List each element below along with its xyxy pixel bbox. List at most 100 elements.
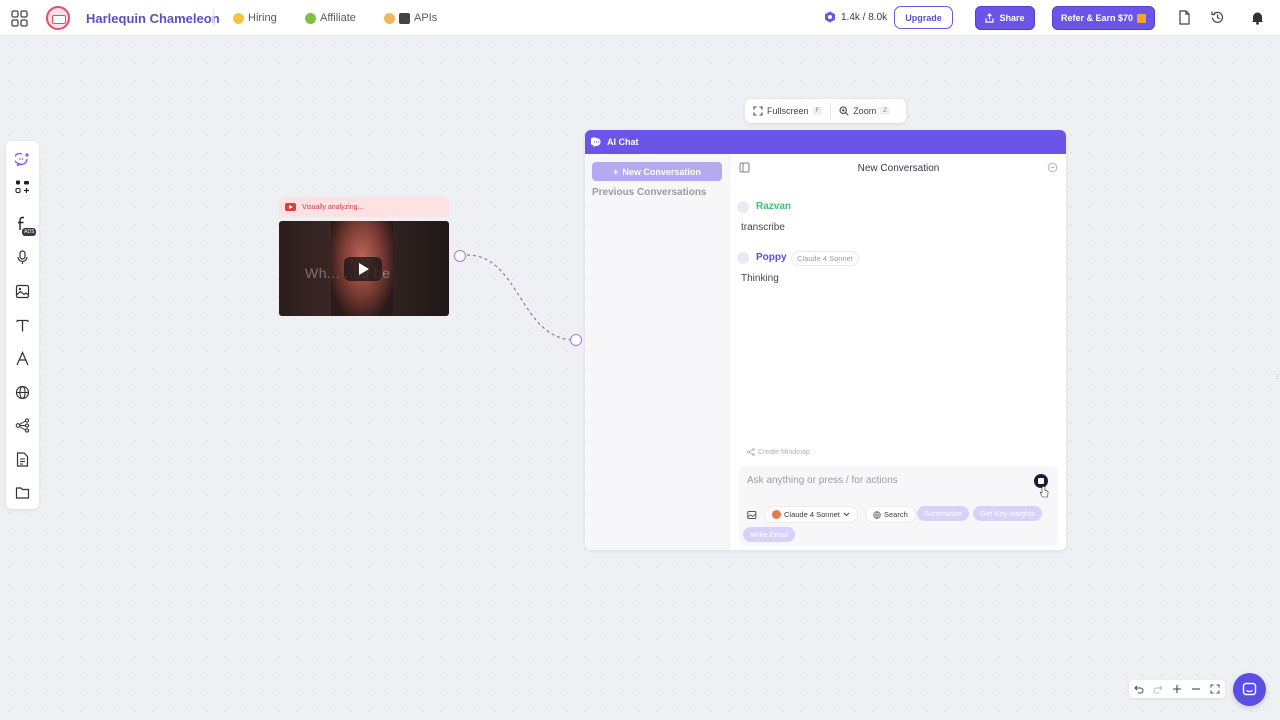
ai-chat-title: AI Chat xyxy=(607,137,639,147)
credits-text: 1.4k / 8.0k xyxy=(841,11,888,23)
affiliate-label: Affiliate xyxy=(320,12,356,24)
document-icon[interactable] xyxy=(1177,10,1192,25)
history-icon[interactable] xyxy=(1210,10,1225,25)
fullscreen-shortcut: F xyxy=(812,107,823,115)
fullscreen-label: Fullscreen xyxy=(767,106,809,116)
key-insights-suggestion[interactable]: Get Key Insights xyxy=(973,506,1043,521)
chat-input-handle[interactable] xyxy=(570,334,582,346)
chat-bubble-icon xyxy=(591,136,601,147)
video-thumbnail[interactable]: Wh... ...ld be xyxy=(279,221,449,316)
message-text: transcribe xyxy=(741,222,785,233)
search-toggle[interactable]: Search xyxy=(865,506,916,523)
apps-grid-icon[interactable] xyxy=(11,10,28,27)
mindmap-tool-icon[interactable] xyxy=(15,418,30,433)
view-controls: Fullscreen F Zoom Z xyxy=(745,99,906,123)
refer-label: Refer & Earn $70 xyxy=(1060,13,1134,23)
zoom-in-icon[interactable] xyxy=(1172,684,1182,694)
new-chat-icon[interactable] xyxy=(1047,162,1058,173)
undo-icon[interactable] xyxy=(1133,684,1144,694)
technologist-icon xyxy=(384,12,395,24)
connection-edge xyxy=(466,254,576,341)
conversation-sidebar: + New Conversation Previous Conversation… xyxy=(585,154,730,550)
apis-label: APIs xyxy=(414,12,438,24)
project-name[interactable]: Harlequin Chameleon xyxy=(86,11,220,26)
zoom-label: Zoom xyxy=(853,106,877,116)
credits-counter[interactable]: 1.4k / 8.0k xyxy=(824,11,887,23)
fullscreen-icon xyxy=(753,106,763,116)
create-mindmap-button[interactable]: Create Mindmap xyxy=(747,448,810,456)
share-label: Share xyxy=(999,13,1025,23)
avatar xyxy=(737,201,749,213)
avatar xyxy=(737,252,749,264)
ai-chat-header[interactable]: AI Chat xyxy=(585,130,1066,154)
money-face-icon xyxy=(305,12,316,24)
font-style-tool-icon[interactable] xyxy=(15,351,30,366)
document-tool-icon[interactable] xyxy=(15,452,30,467)
create-mindmap-label: Create Mindmap xyxy=(758,448,810,456)
text-tool-icon[interactable] xyxy=(15,318,30,333)
resize-handle-icon[interactable]: ⁝ xyxy=(1276,373,1278,381)
message-author: Razvan xyxy=(756,201,792,212)
ai-chat-tool-icon[interactable] xyxy=(15,152,30,167)
image-upload-icon[interactable] xyxy=(747,510,757,520)
chat-input[interactable]: Ask anything or press / for actions xyxy=(747,475,898,486)
play-button[interactable] xyxy=(344,257,382,281)
share-button[interactable]: Share xyxy=(975,6,1035,30)
smiling-face-icon xyxy=(233,12,244,24)
message-author: Poppy xyxy=(756,252,787,263)
divider xyxy=(213,10,214,26)
zoom-icon xyxy=(839,106,849,116)
video-status-text: Visually analyzing... xyxy=(302,203,364,211)
support-chat-button[interactable] xyxy=(1233,673,1266,706)
search-label: Search xyxy=(884,510,908,519)
model-selector-label: Claude 4 Sonnet xyxy=(784,510,840,519)
previous-conversations-heading: Previous Conversations xyxy=(592,187,707,198)
zoom-out-icon[interactable] xyxy=(1191,684,1201,694)
refer-earn-button[interactable]: Refer & Earn $70 xyxy=(1052,6,1155,30)
new-conversation-button[interactable]: + New Conversation xyxy=(592,162,722,181)
apis-link[interactable]: APIs xyxy=(384,12,437,24)
top-bar: Harlequin Chameleon Hiring Affiliate API… xyxy=(0,0,1280,36)
hiring-label: Hiring xyxy=(248,12,277,24)
credits-hex-icon xyxy=(825,11,835,23)
chevron-down-icon xyxy=(843,512,850,517)
globe-tool-icon[interactable] xyxy=(15,385,30,400)
fit-view-icon[interactable] xyxy=(1210,684,1220,694)
image-tool-icon[interactable] xyxy=(15,284,30,299)
gift-icon xyxy=(1137,13,1147,23)
mouse-cursor-icon xyxy=(1039,486,1049,498)
model-tag: Claude 4 Sonnet xyxy=(791,251,859,266)
share-icon xyxy=(985,13,995,23)
canvas-controls xyxy=(1129,680,1225,698)
support-chat-icon xyxy=(1242,682,1257,696)
message-composer: Ask anything or press / for actions Clau… xyxy=(739,466,1058,546)
plus-icon: + xyxy=(613,166,619,177)
message-text: Thinking xyxy=(741,273,779,284)
youtube-icon xyxy=(285,203,296,211)
upgrade-button[interactable]: Upgrade xyxy=(894,6,953,29)
hiring-link[interactable]: Hiring xyxy=(233,12,277,24)
fullscreen-button[interactable]: Fullscreen F xyxy=(745,99,830,123)
laptop-icon xyxy=(399,12,410,24)
redo-icon[interactable] xyxy=(1153,684,1163,694)
folder-tool-icon[interactable] xyxy=(15,485,30,500)
mindmap-icon xyxy=(747,448,755,456)
left-toolbar: ADS xyxy=(6,141,39,509)
ads-badge: ADS xyxy=(22,228,37,236)
model-selector[interactable]: Claude 4 Sonnet xyxy=(764,506,858,523)
affiliate-link[interactable]: Affiliate xyxy=(305,12,356,24)
conversation-area: New Conversation Razvan transcribe Poppy… xyxy=(731,154,1066,550)
ai-chat-panel: AI Chat + New Conversation Previous Conv… xyxy=(585,130,1066,550)
globe-icon xyxy=(873,510,881,519)
claude-logo-icon xyxy=(772,510,781,519)
zoom-shortcut: Z xyxy=(880,107,890,115)
zoom-button[interactable]: Zoom Z xyxy=(831,99,898,123)
social-media-tool-icon[interactable] xyxy=(15,179,30,194)
conversation-title: New Conversation xyxy=(857,163,940,174)
app-logo[interactable] xyxy=(46,6,70,30)
video-status-bar: Visually analyzing... xyxy=(279,197,449,217)
summarize-suggestion[interactable]: Summarize xyxy=(917,506,969,521)
write-email-suggestion[interactable]: Write Email xyxy=(743,527,796,542)
notifications-bell-icon[interactable] xyxy=(1250,10,1265,25)
microphone-tool-icon[interactable] xyxy=(15,250,30,265)
